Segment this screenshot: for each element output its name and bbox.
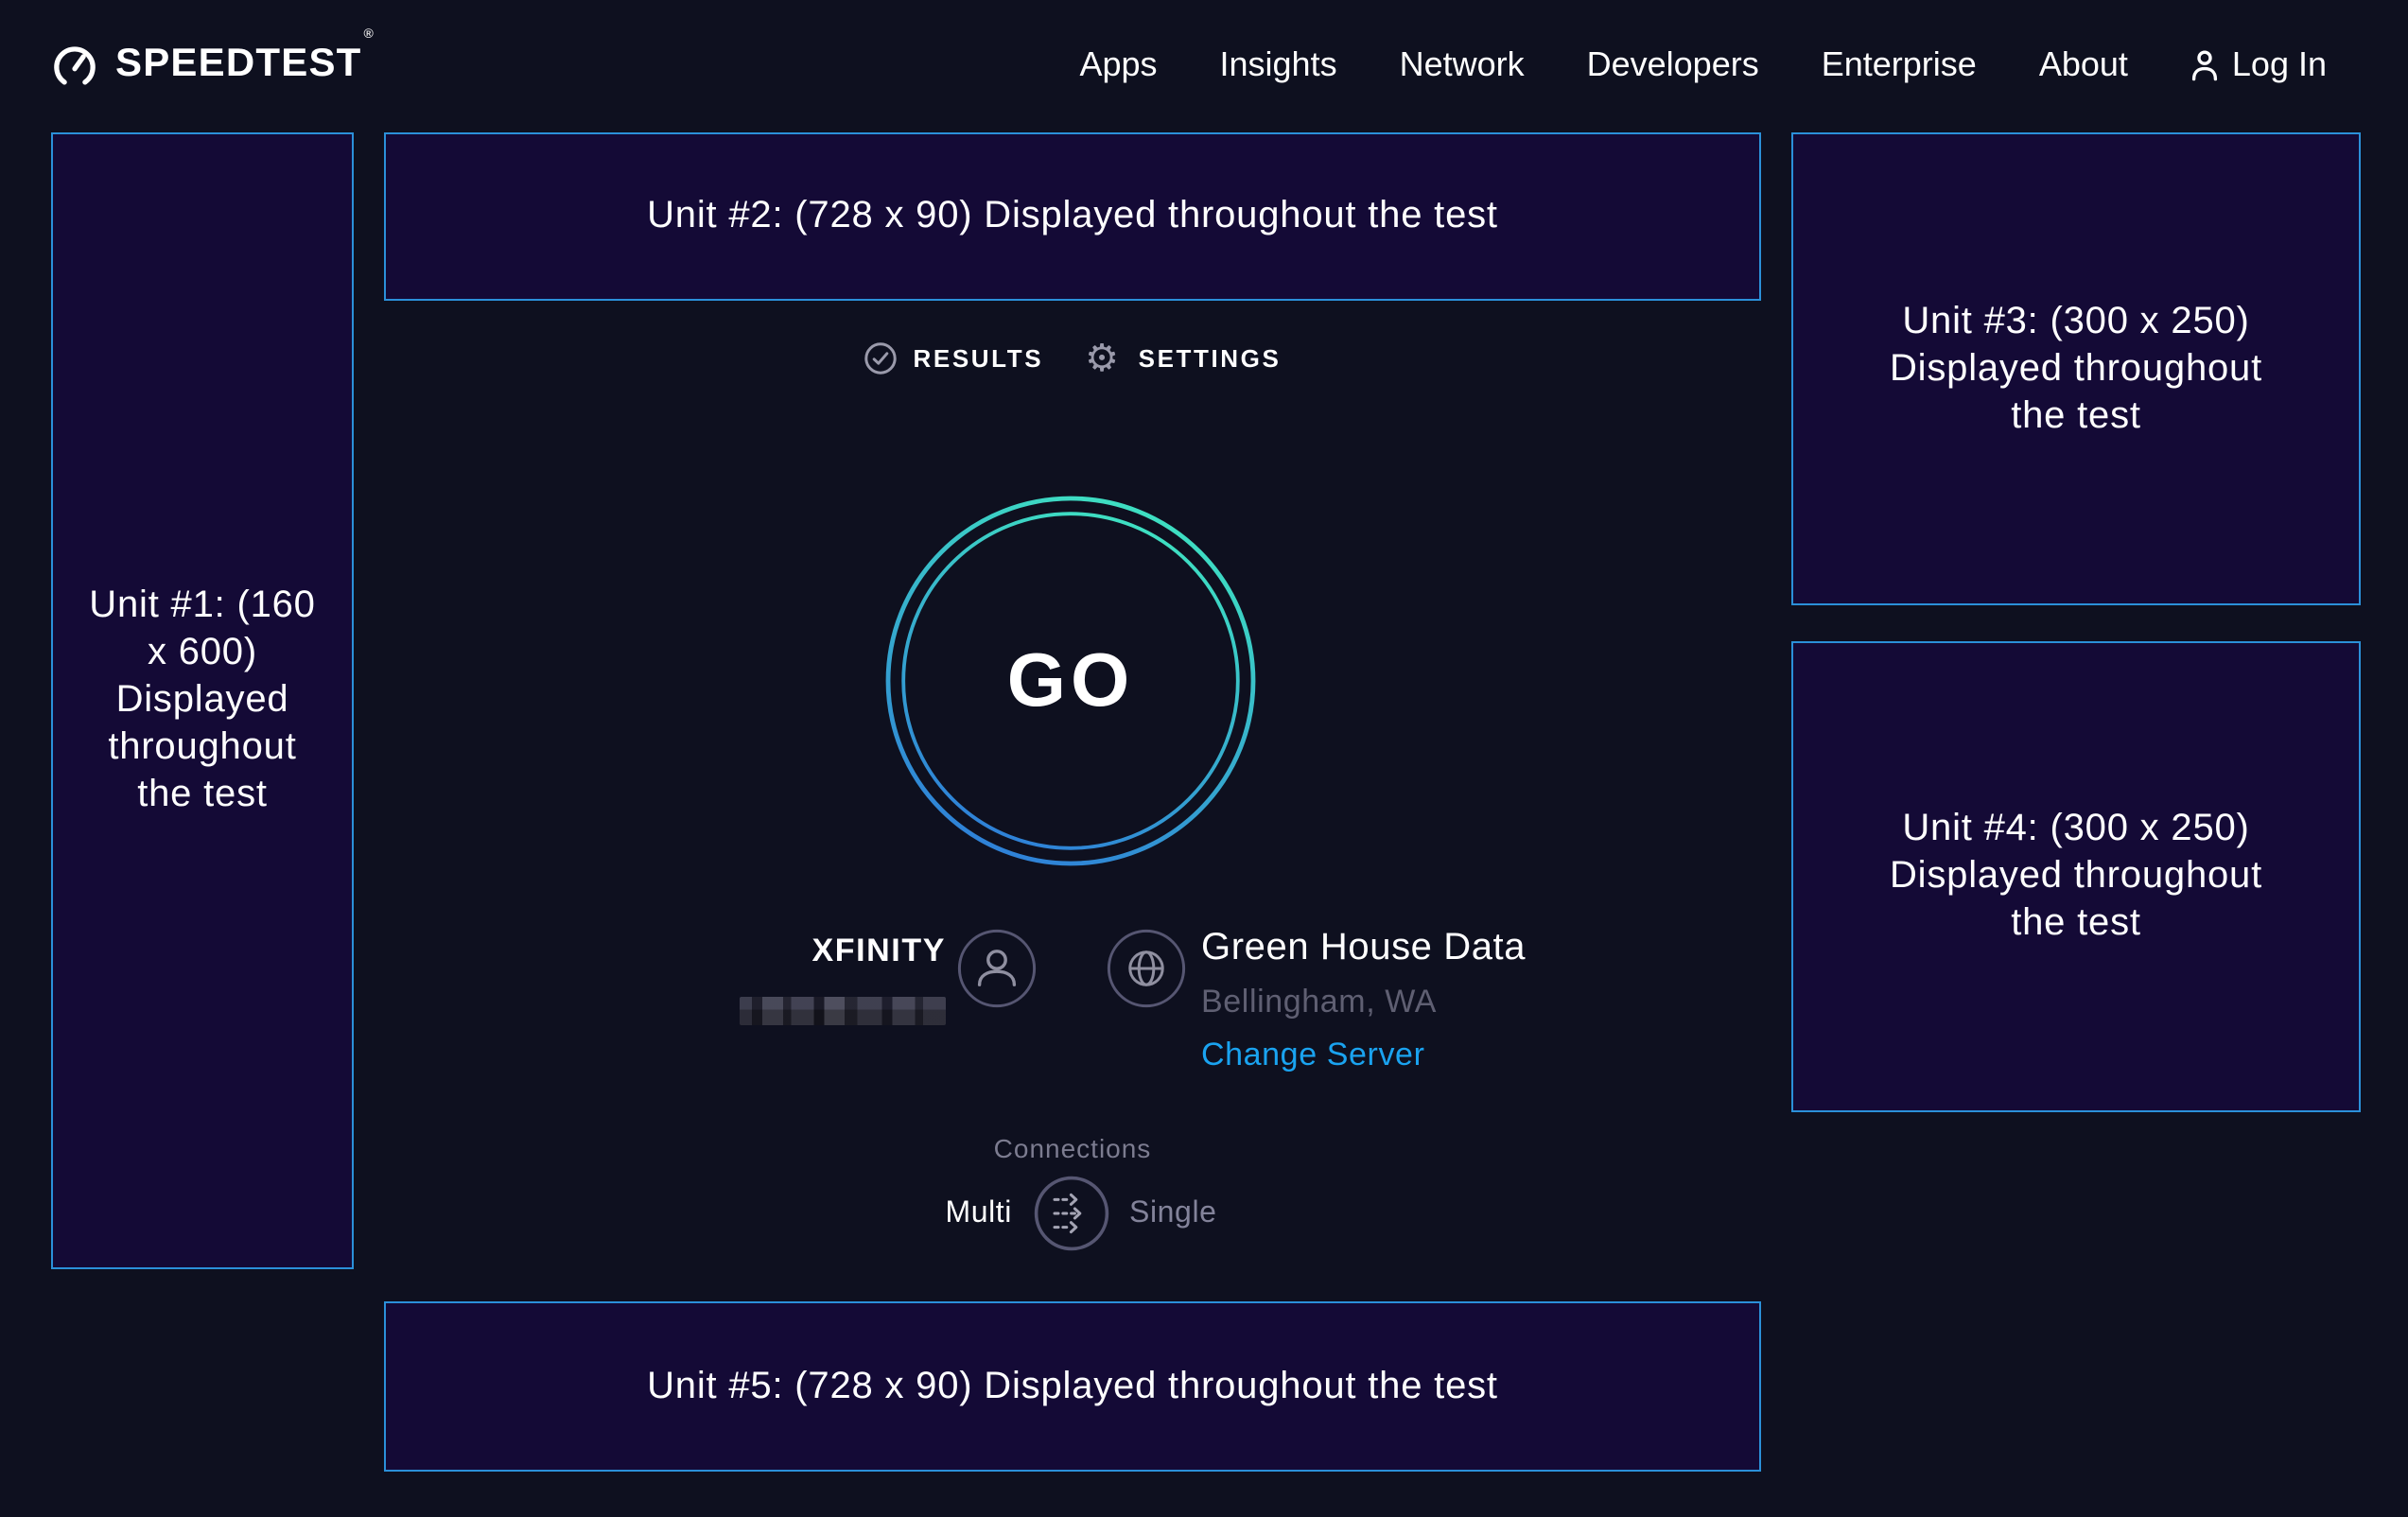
brand-name: SPEEDTEST®: [115, 42, 373, 87]
multi-arrows-icon: [1033, 1175, 1110, 1252]
go-button[interactable]: GO: [885, 496, 1256, 866]
gear-icon: ⚙: [1085, 342, 1121, 375]
tab-results-label: RESULTS: [914, 344, 1044, 373]
server-name: Green House Data: [1201, 929, 1526, 967]
ad-unit-4[interactable]: Unit #4: (300 x 250) Displayed throughou…: [1791, 641, 2361, 1112]
ad-unit-2-label: Unit #2: (728 x 90) Displayed throughout…: [647, 193, 1498, 240]
top-nav: SPEEDTEST® Apps Insights Network Develop…: [0, 0, 2408, 129]
ad-unit-3[interactable]: Unit #3: (300 x 250) Displayed throughou…: [1791, 132, 2361, 605]
tab-settings[interactable]: ⚙ SETTINGS: [1085, 342, 1281, 375]
nav-item-developers[interactable]: Developers: [1587, 44, 1759, 84]
nav-item-apps[interactable]: Apps: [1079, 44, 1157, 84]
ad-unit-1-label: Unit #1: (160 x 600) Displayed throughou…: [87, 583, 318, 819]
speedometer-icon: [51, 41, 98, 88]
nav-item-enterprise[interactable]: Enterprise: [1822, 44, 1977, 84]
connections-multi-label[interactable]: Multi: [757, 1175, 1012, 1252]
user-icon: [957, 929, 1037, 1008]
tab-results[interactable]: RESULTS: [864, 342, 1044, 375]
connections-label: Connections: [384, 1133, 1761, 1163]
nav-item-about[interactable]: About: [2039, 44, 2128, 84]
test-tabs: RESULTS ⚙ SETTINGS: [384, 342, 1761, 375]
server-location: Bellingham, WA: [1201, 985, 1526, 1018]
check-circle-icon: [864, 342, 897, 375]
brand-logo[interactable]: SPEEDTEST®: [51, 41, 373, 88]
login-button[interactable]: Log In: [2190, 44, 2327, 84]
nav-links: Apps Insights Network Developers Enterpr…: [1079, 44, 2327, 84]
nav-item-network[interactable]: Network: [1400, 44, 1525, 84]
ad-unit-2[interactable]: Unit #2: (728 x 90) Displayed throughout…: [384, 132, 1761, 301]
isp-name[interactable]: XFINITY: [567, 933, 946, 970]
person-icon: [2190, 48, 2219, 80]
connections-single-label[interactable]: Single: [1129, 1175, 1217, 1252]
server-info: Green House Data Bellingham, WA Change S…: [1201, 929, 1526, 1071]
go-label: GO: [885, 496, 1256, 866]
login-label: Log In: [2232, 44, 2327, 84]
speedtest-page: SPEEDTEST® Apps Insights Network Develop…: [0, 0, 2408, 1517]
globe-icon: [1107, 929, 1186, 1008]
connections-toggle[interactable]: [1033, 1175, 1110, 1252]
ad-unit-3-label: Unit #3: (300 x 250) Displayed throughou…: [1877, 298, 2275, 440]
nav-item-insights[interactable]: Insights: [1220, 44, 1337, 84]
ad-unit-1[interactable]: Unit #1: (160 x 600) Displayed throughou…: [51, 132, 354, 1269]
change-server-link[interactable]: Change Server: [1201, 1038, 1526, 1071]
trademark-mark: ®: [364, 28, 375, 42]
ad-unit-5-label: Unit #5: (728 x 90) Displayed throughout…: [647, 1363, 1498, 1410]
ad-unit-4-label: Unit #4: (300 x 250) Displayed throughou…: [1877, 806, 2275, 948]
redacted-ip: [740, 997, 946, 1025]
tab-settings-label: SETTINGS: [1139, 344, 1282, 373]
ad-unit-5[interactable]: Unit #5: (728 x 90) Displayed throughout…: [384, 1301, 1761, 1472]
